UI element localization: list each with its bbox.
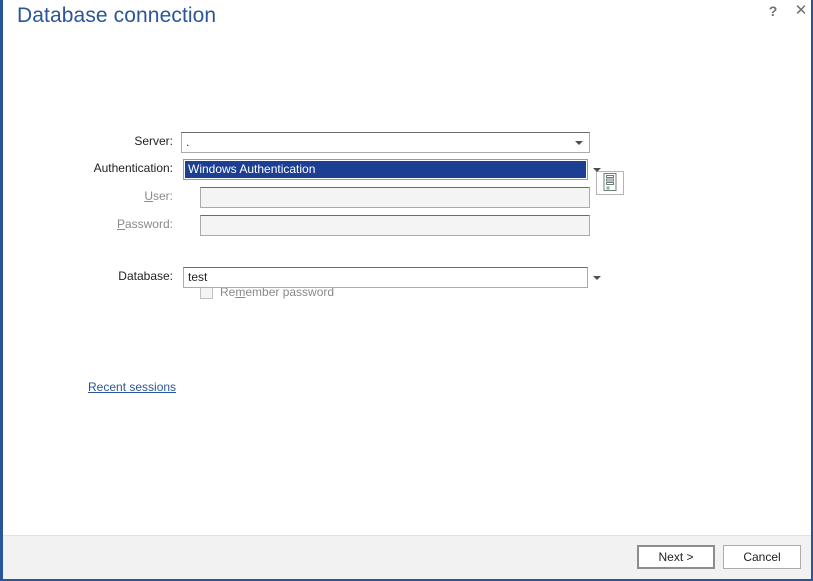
recent-sessions-link[interactable]: Recent sessions bbox=[88, 380, 176, 394]
server-label: Server: bbox=[134, 134, 173, 148]
password-label-wrap: Password: bbox=[13, 215, 173, 237]
close-icon[interactable]: ✕ bbox=[788, 0, 811, 22]
chevron-down-icon[interactable] bbox=[571, 133, 587, 152]
titlebar: Database connection ? ✕ bbox=[3, 0, 811, 40]
database-input[interactable]: test bbox=[183, 267, 588, 288]
database-label: Database: bbox=[118, 269, 173, 283]
user-label-text: ser: bbox=[152, 189, 173, 203]
server-combobox[interactable]: . bbox=[181, 132, 590, 153]
page-title: Database connection bbox=[17, 4, 217, 27]
database-label-wrap: Database: bbox=[13, 267, 173, 289]
database-connection-dialog: Database connection ? ✕ Server: . Authen… bbox=[0, 0, 813, 581]
authentication-combobox[interactable]: Windows Authentication bbox=[183, 159, 588, 180]
chevron-down-icon bbox=[592, 167, 601, 172]
next-button[interactable]: Next > bbox=[637, 545, 715, 569]
chevron-down-icon bbox=[592, 275, 601, 280]
user-input[interactable] bbox=[200, 187, 590, 208]
authentication-label-wrap: Authentication: bbox=[13, 159, 173, 181]
password-input[interactable] bbox=[200, 215, 590, 236]
server-tower-icon bbox=[603, 172, 617, 191]
authentication-value[interactable]: Windows Authentication bbox=[185, 161, 586, 178]
server-input[interactable]: . bbox=[186, 133, 189, 152]
connection-form: Server: . Authentication: Windows Authen… bbox=[3, 40, 811, 536]
authentication-dropdown-arrow[interactable] bbox=[588, 159, 605, 180]
password-label-accesskey: P bbox=[116, 217, 125, 231]
server-label-wrap: Server: bbox=[13, 132, 173, 154]
cancel-button[interactable]: Cancel bbox=[723, 545, 801, 569]
user-label-accesskey: U bbox=[144, 189, 153, 203]
database-dropdown-arrow[interactable] bbox=[588, 267, 605, 288]
dialog-footer: Next > Cancel bbox=[3, 535, 811, 579]
authentication-label: Authentication: bbox=[93, 161, 173, 175]
password-label-text: assword: bbox=[124, 217, 173, 231]
user-label-wrap: User: bbox=[13, 187, 173, 209]
help-icon[interactable]: ? bbox=[760, 0, 786, 22]
user-label: User: bbox=[13, 189, 173, 203]
password-label: Password: bbox=[13, 217, 173, 231]
